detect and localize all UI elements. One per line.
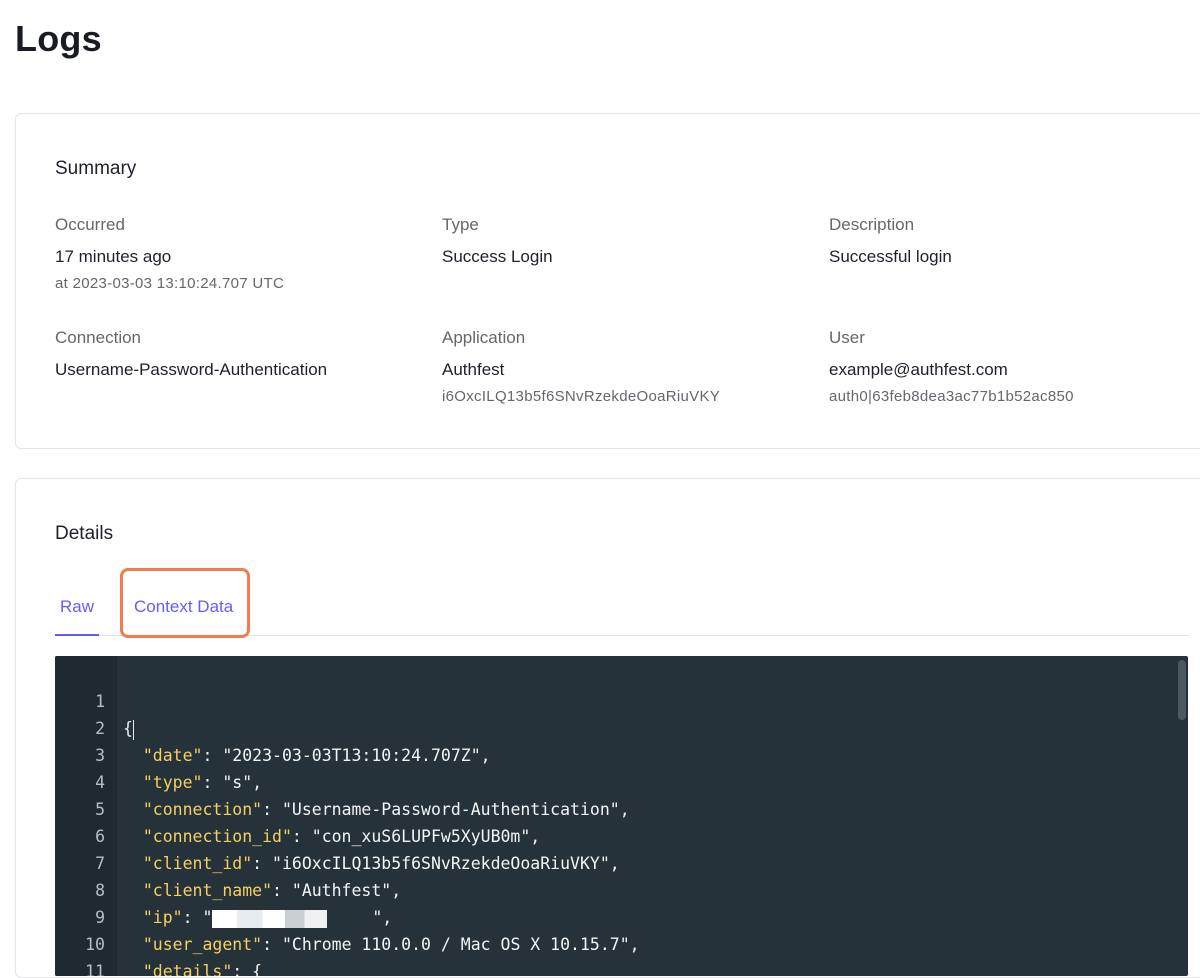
code-line: 11 "prompts": [ — [55, 931, 115, 976]
json-key: "ip" — [142, 908, 183, 927]
tab-raw-label: Raw — [60, 597, 95, 616]
code-line: 9 "user_agent": "Chrome 110.0.0 / Mac OS… — [55, 877, 640, 954]
type-value: Success Login — [442, 247, 553, 266]
editor-scrollbar[interactable] — [1178, 660, 1186, 720]
json-value: : "2023-03-03T13:10:24.707Z", — [202, 746, 491, 765]
json-key: "date" — [142, 746, 203, 765]
json-value: : { — [232, 962, 263, 976]
json-value: : "s", — [202, 773, 263, 792]
json-value: ", — [372, 908, 393, 927]
user-id: auth0|63feb8dea3ac77b1b52ac850 — [829, 388, 1074, 405]
code-line: 10 "details": { — [55, 904, 262, 976]
type-label: Type — [442, 215, 479, 234]
application-label: Application — [442, 328, 526, 347]
application-client-id: i6OxcILQ13b5f6SNvRzekdeOoaRiuVKY — [442, 388, 721, 405]
code-line: 8 "ip": " ", — [55, 850, 392, 928]
details-title: Details — [55, 523, 114, 544]
json-value: : "Authfest", — [272, 881, 402, 900]
json-key: "connection_id" — [142, 827, 292, 846]
code-line: 4 "connection": "Username-Password-Authe… — [55, 742, 630, 819]
user-value: example@authfest.com — [829, 360, 1008, 379]
text-cursor — [132, 719, 134, 740]
connection-value: Username-Password-Authentication — [55, 360, 328, 379]
json-key: "type" — [142, 773, 203, 792]
occurred-label: Occurred — [55, 215, 125, 234]
description-field: Description Successful login — [829, 215, 1200, 267]
application-value: Authfest — [442, 360, 505, 379]
summary-card: Summary Occurred 17 minutes ago at 2023-… — [15, 113, 1200, 449]
connection-field: Connection Username-Password-Authenticat… — [55, 328, 435, 380]
redacted-ip — [212, 909, 353, 928]
json-key: "client_name" — [142, 881, 273, 900]
code-line: 6 "client_id": "i6OxcILQ13b5f6SNvRzekdeO… — [55, 796, 620, 873]
code-line: 7 "client_name": "Authfest", — [55, 823, 401, 900]
json-key: "connection" — [142, 800, 263, 819]
user-label: User — [829, 328, 865, 347]
code-line: 5 "connection_id": "con_xuS6LUPFw5XyUB0m… — [55, 769, 540, 846]
occurred-timestamp: at 2023-03-03 13:10:24.707 UTC — [55, 275, 285, 292]
type-field: Type Success Login — [442, 215, 822, 267]
page-title: Logs — [15, 18, 102, 59]
highlight-annotation — [120, 568, 250, 638]
code-line: 1 { — [55, 661, 134, 740]
tab-raw[interactable]: Raw — [55, 597, 99, 636]
tab-active-indicator — [55, 634, 99, 636]
details-card: Details Raw Context Data 1 { 2 "date": "… — [15, 478, 1200, 978]
connection-label: Connection — [55, 328, 142, 347]
json-key: "user_agent" — [142, 935, 263, 954]
occurred-value: 17 minutes ago — [55, 247, 172, 266]
description-label: Description — [829, 215, 915, 234]
summary-title: Summary — [55, 158, 137, 179]
json-key: "details" — [142, 962, 233, 976]
json-value: : "i6OxcILQ13b5f6SNvRzekdeOoaRiuVKY", — [252, 854, 620, 873]
json-key: "client_id" — [142, 854, 253, 873]
line-number: 11 — [85, 962, 105, 976]
code-text: { — [123, 719, 133, 738]
json-value: : "Chrome 110.0.0 / Mac OS X 10.15.7", — [262, 935, 640, 954]
application-field: Application Authfest i6OxcILQ13b5f6SNvRz… — [442, 328, 822, 405]
user-field: User example@authfest.com auth0|63feb8de… — [829, 328, 1200, 405]
code-line: 2 "date": "2023-03-03T13:10:24.707Z", — [55, 688, 491, 765]
code-line: 3 "type": "s", — [55, 715, 262, 792]
json-value: : "con_xuS6LUPFw5XyUB0m", — [291, 827, 541, 846]
description-value: Successful login — [829, 247, 952, 266]
occurred-field: Occurred 17 minutes ago at 2023-03-03 13… — [55, 215, 435, 292]
json-value: : " — [182, 908, 213, 927]
json-value: : "Username-Password-Authentication", — [262, 800, 630, 819]
raw-json-editor[interactable]: 1 { 2 "date": "2023-03-03T13:10:24.707Z"… — [55, 656, 1188, 976]
